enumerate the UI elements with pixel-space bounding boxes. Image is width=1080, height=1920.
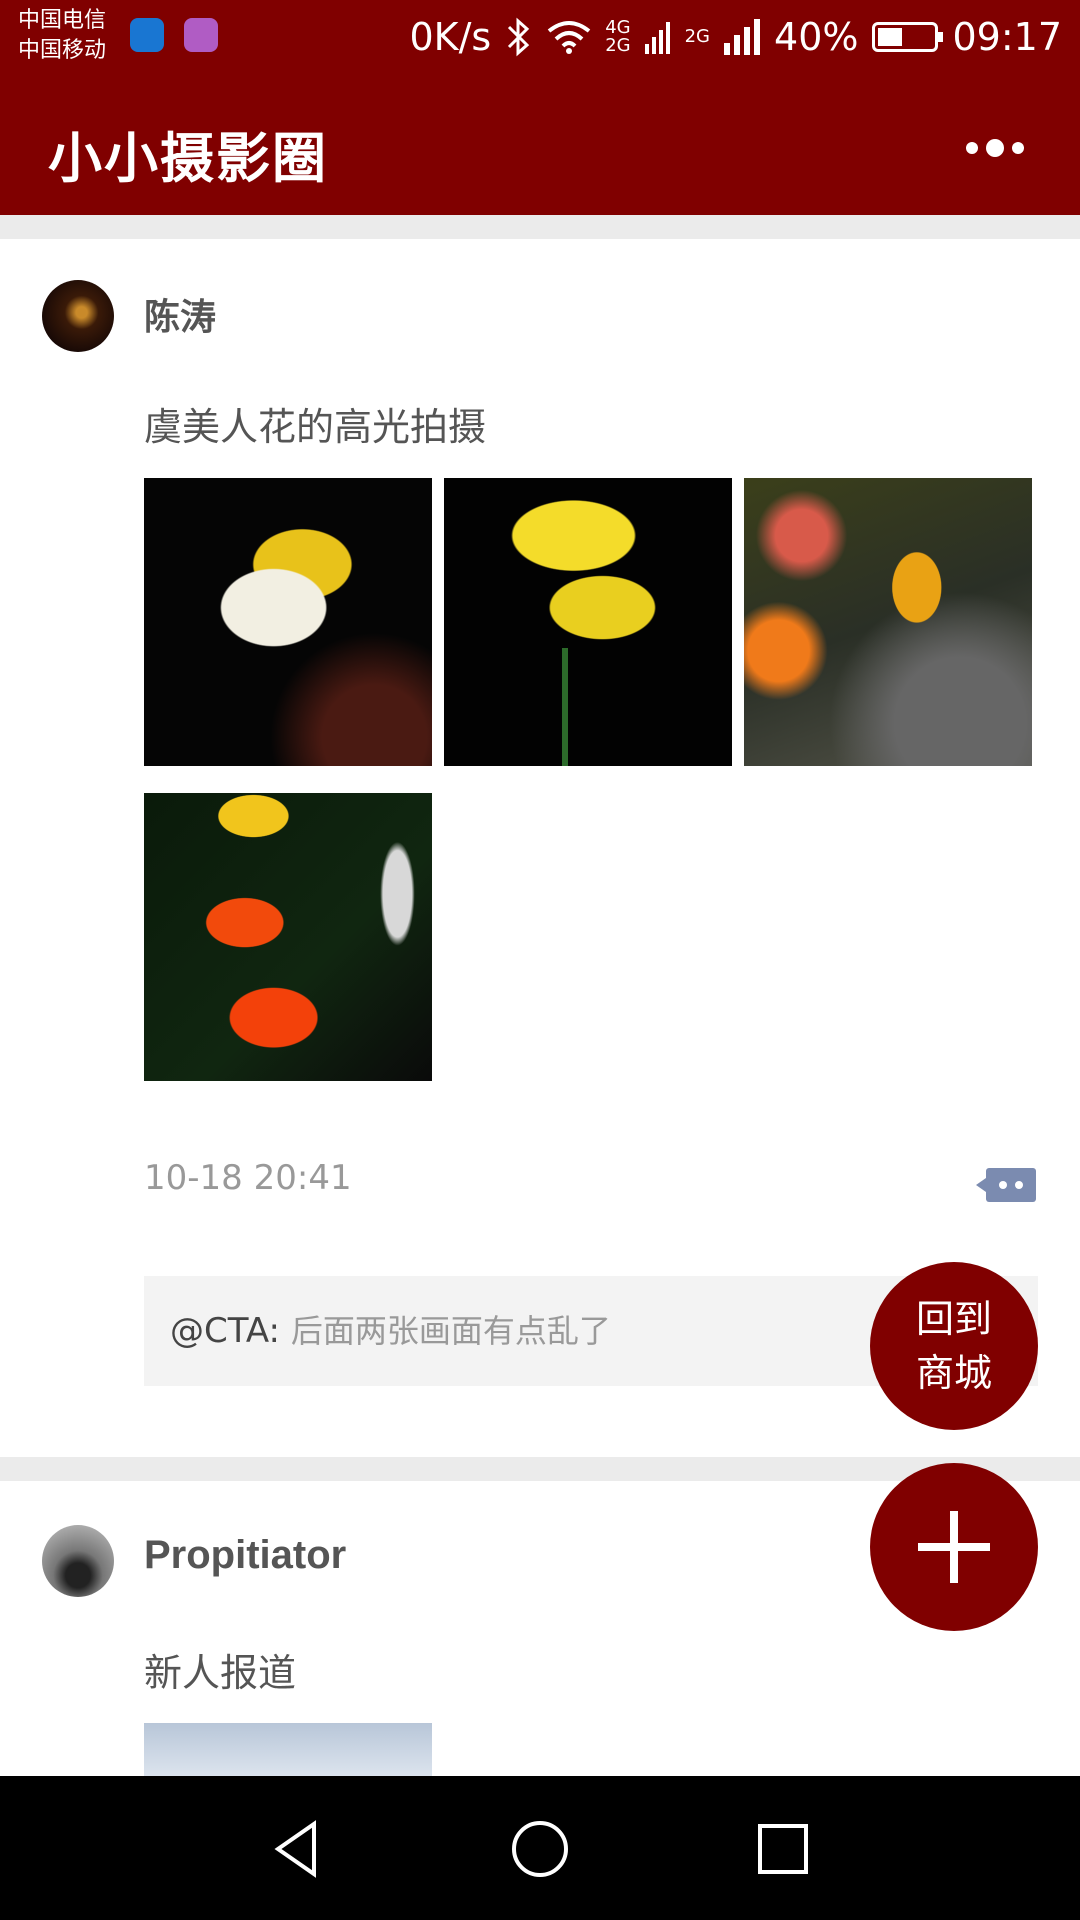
bluetooth-icon	[508, 17, 530, 57]
post-author[interactable]: 陈涛	[144, 288, 216, 340]
wifi-icon	[547, 21, 591, 54]
post-photo[interactable]	[144, 793, 432, 1081]
separator	[0, 215, 1080, 239]
carrier-1: 中国电信	[18, 8, 107, 33]
post-author[interactable]: Propitiator	[144, 1533, 346, 1578]
gallery-app-icon	[184, 18, 218, 52]
network-type-2g: 2G	[684, 26, 711, 47]
recent-apps-icon[interactable]	[748, 1814, 818, 1884]
comment-user[interactable]: @CTA:	[170, 1311, 280, 1351]
signal-icon-1	[644, 22, 670, 54]
battery-percent: 40%	[774, 15, 859, 59]
post-photo[interactable]	[444, 478, 732, 766]
post-photo[interactable]	[144, 478, 432, 766]
add-post-button[interactable]	[870, 1463, 1038, 1631]
post-photo[interactable]	[144, 1723, 432, 1776]
clock: 09:17	[952, 15, 1062, 59]
status-bar: 中国电信 中国移动 0K/s 4G 2G 2G 40% 09:17	[0, 0, 1080, 80]
message-app-icon	[130, 18, 164, 52]
comment-text: 后面两张画面有点乱了	[290, 1312, 611, 1350]
carrier-2: 中国移动	[18, 38, 107, 63]
more-options-button[interactable]	[950, 128, 1040, 168]
dot-icon	[1012, 142, 1024, 154]
dot-icon	[966, 142, 978, 154]
page-title: 小小摄影圈	[48, 127, 328, 190]
home-icon[interactable]	[505, 1814, 575, 1884]
post-text: 新人报道	[144, 1651, 297, 1695]
avatar[interactable]	[42, 280, 114, 352]
post-text: 虞美人花的高光拍摄	[144, 405, 487, 449]
battery-icon	[872, 22, 944, 52]
system-nav-bar	[0, 1776, 1080, 1920]
app-header: 小小摄影圈	[0, 80, 1080, 215]
dot-icon	[986, 139, 1004, 157]
signal-icon-2	[724, 19, 761, 55]
post-photo[interactable]	[744, 478, 1032, 766]
carrier-info: 中国电信 中国移动	[18, 6, 106, 66]
post-timestamp: 10-18 20:41	[144, 1158, 352, 1198]
comment-icon	[986, 1168, 1036, 1202]
comment-button[interactable]	[976, 1168, 1036, 1202]
back-to-mall-button[interactable]: 回到 商城	[870, 1262, 1038, 1430]
net-speed: 0K/s	[409, 15, 492, 59]
back-icon[interactable]	[264, 1814, 334, 1884]
avatar[interactable]	[42, 1525, 114, 1597]
network-type-4g-2g: 4G 2G	[605, 17, 631, 56]
